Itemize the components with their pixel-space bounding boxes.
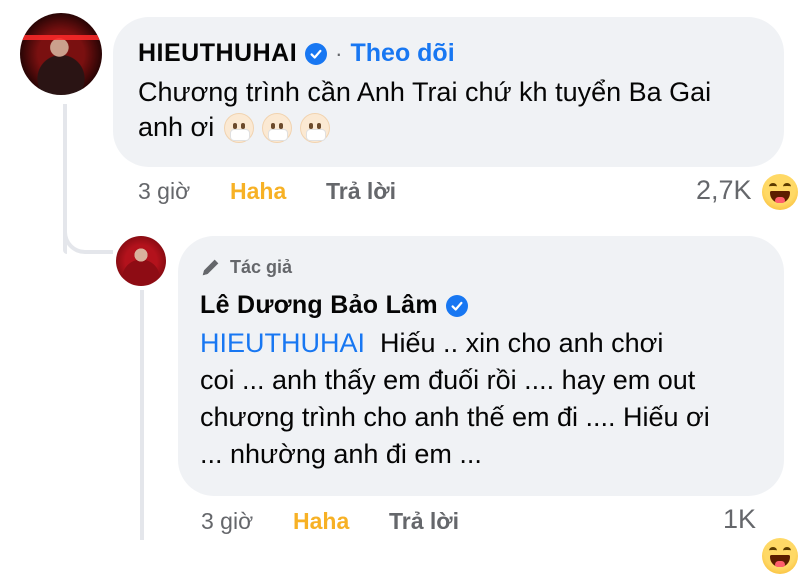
reaction-count[interactable]: 2,7K <box>696 175 752 206</box>
author-badge: Tác giả <box>200 256 292 278</box>
reply-haha-reaction-button[interactable]: Haha <box>293 508 349 535</box>
thread-branch <box>63 226 113 254</box>
reply-text: HIEUTHUHAI Hiếu .. xin cho anh chơi coi … <box>200 328 710 469</box>
mask-face-emoji-icon <box>300 112 331 143</box>
pen-icon <box>202 259 219 276</box>
follow-link[interactable]: Theo dõi <box>351 39 455 68</box>
dot-separator: · <box>335 40 343 66</box>
verified-badge-icon <box>445 294 468 317</box>
haha-icon[interactable] <box>762 174 798 210</box>
verified-badge-icon <box>305 42 328 65</box>
mask-face-emoji-icon <box>224 112 255 143</box>
author-badge-label: Tác giả <box>230 256 293 277</box>
haha-icon[interactable] <box>762 538 798 574</box>
reply-bubble: Tác giả Lê Dương Bảo Lâm HIEUTHUHAI Hiếu… <box>178 236 784 496</box>
thread-line-reply <box>140 290 144 540</box>
mention-link[interactable]: HIEUTHUHAI <box>200 328 365 358</box>
reply-reply-button[interactable]: Trả lời <box>389 508 459 535</box>
comment-bubble: HIEUTHUHAI · Theo dõi Chương trình cần A… <box>113 17 784 167</box>
reply-reaction-count[interactable]: 1K <box>723 504 756 535</box>
mask-face-emoji-icon <box>262 112 293 143</box>
avatar[interactable] <box>20 13 102 95</box>
reply-author-name[interactable]: Lê Dương Bảo Lâm <box>200 291 438 320</box>
comment-author-name[interactable]: HIEUTHUHAI <box>138 39 297 68</box>
reply-avatar[interactable] <box>116 236 166 286</box>
comment-text: Chương trình cần Anh Trai chứ kh tuyển B… <box>138 77 712 143</box>
reply-button[interactable]: Trả lời <box>326 178 396 205</box>
reply-timestamp[interactable]: 3 giờ <box>201 508 253 535</box>
comment-timestamp[interactable]: 3 giờ <box>138 178 190 205</box>
haha-reaction-button[interactable]: Haha <box>230 178 286 205</box>
